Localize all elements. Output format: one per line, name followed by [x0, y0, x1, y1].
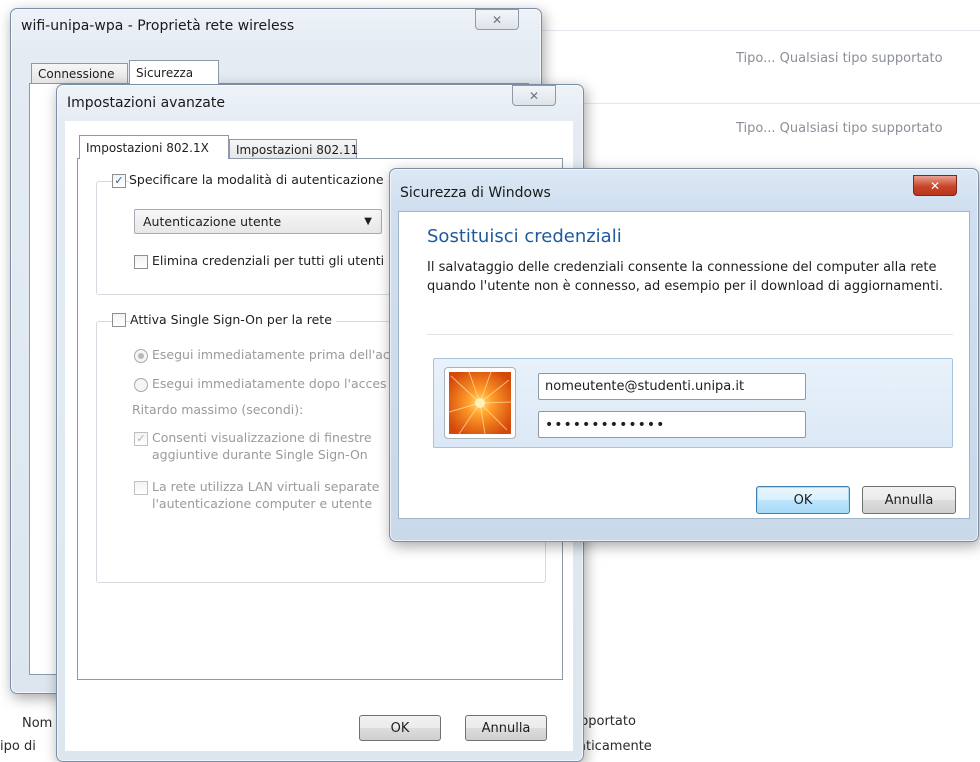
security-client-area: Sostituisci credenziali Il salvataggio d…	[398, 211, 970, 519]
cancel-button[interactable]: Annulla	[465, 715, 547, 741]
auth-mode-dropdown[interactable]: Autenticazione utente ▼	[134, 209, 382, 234]
window-title: Sicurezza di Windows	[400, 185, 551, 201]
allow-windows-checkbox[interactable]: ✓	[134, 432, 148, 446]
background-supported-text: pportato	[580, 714, 636, 729]
specify-auth-checkbox[interactable]: ✓	[112, 174, 126, 188]
background-type-row-1: Tipo... Qualsiasi tipo supportato	[736, 51, 943, 66]
specify-auth-label: Specificare la modalità di autenticazion…	[129, 172, 388, 187]
ok-button[interactable]: OK	[756, 486, 850, 514]
divider	[427, 334, 953, 335]
tab-80211[interactable]: Impostazioni 802.11	[229, 139, 358, 160]
tab-connection[interactable]: Connessione	[31, 63, 128, 84]
background-type-row-2: Tipo... Qualsiasi tipo supportato	[736, 121, 943, 136]
windows-security-dialog: Sicurezza di Windows ✕ Sostituisci crede…	[389, 168, 979, 542]
delete-credentials-checkbox[interactable]	[134, 255, 148, 269]
ok-button[interactable]: OK	[359, 715, 441, 741]
close-icon[interactable]: ✕	[913, 175, 957, 196]
background-label-name: Nom	[22, 716, 53, 731]
window-title: Impostazioni avanzate	[67, 95, 225, 111]
background-auto-text: aticamente	[578, 739, 652, 754]
sso-checkbox[interactable]	[112, 313, 126, 327]
credential-tile: nomeutente@studenti.unipa.it •••••••••••…	[433, 358, 953, 448]
background-label-type: ipo di	[0, 739, 36, 754]
window-title: wifi-unipa-wpa - Proprietà rete wireless	[21, 18, 295, 34]
avatar	[444, 367, 516, 439]
radio-after-logon[interactable]	[134, 378, 148, 392]
dialog-description: Il salvataggio delle credenziali consent…	[427, 260, 943, 294]
dialog-heading: Sostituisci credenziali	[427, 226, 622, 247]
tab-security[interactable]: Sicurezza	[129, 60, 219, 84]
radio-after-label: Esegui immediatamente dopo l'acces	[152, 376, 387, 391]
allow-windows-label-line2: aggiuntive durante Single Sign-On	[152, 447, 368, 462]
close-icon[interactable]: ✕	[475, 9, 519, 30]
tab-8021x[interactable]: Impostazioni 802.1X	[79, 135, 229, 159]
cancel-button[interactable]: Annulla	[862, 486, 956, 514]
vlan-label-line2: l'autenticazione computer e utente	[152, 496, 373, 511]
delete-credentials-label: Elimina credenziali per tutti gli utenti	[152, 253, 385, 268]
sso-label: Attiva Single Sign-On per la rete	[130, 312, 336, 327]
user-picture-flower-icon	[448, 371, 512, 435]
password-input[interactable]: •••••••••••••	[538, 411, 806, 438]
radio-before-logon[interactable]	[134, 349, 148, 363]
vlan-checkbox[interactable]	[134, 481, 148, 495]
vlan-label-line1: La rete utilizza LAN virtuali separate	[152, 479, 380, 494]
auth-mode-value: Autenticazione utente	[143, 214, 282, 229]
chevron-down-icon: ▼	[364, 216, 372, 227]
close-icon[interactable]: ✕	[512, 85, 556, 106]
background-separator	[540, 103, 980, 104]
background-separator	[540, 30, 980, 31]
radio-before-label: Esegui immediatamente prima dell'ac	[152, 347, 390, 362]
username-input[interactable]: nomeutente@studenti.unipa.it	[538, 373, 806, 400]
allow-windows-label-line1: Consenti visualizzazione di finestre	[152, 430, 372, 445]
max-delay-label: Ritardo massimo (secondi):	[132, 402, 304, 417]
